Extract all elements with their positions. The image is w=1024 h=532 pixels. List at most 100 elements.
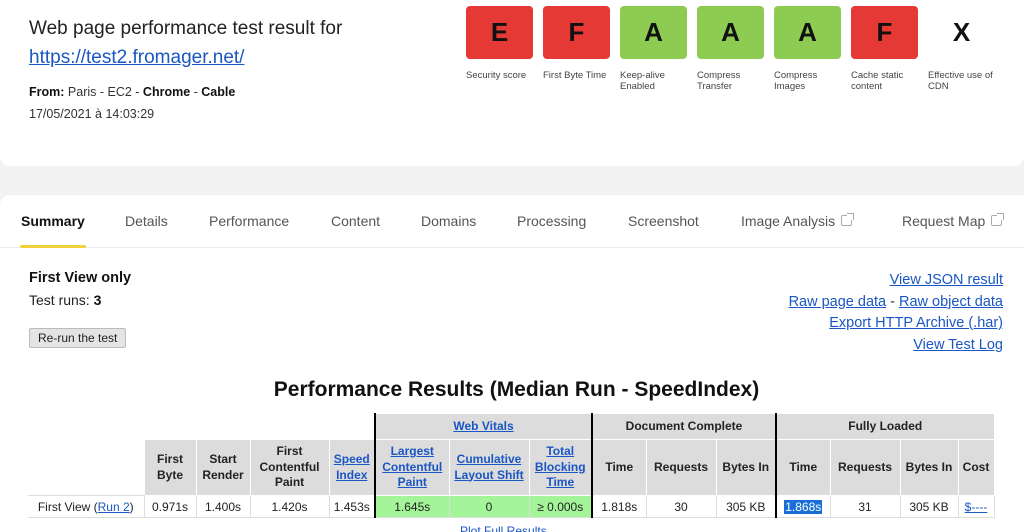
grade-cache-static[interactable]: F Cache static content bbox=[851, 6, 928, 92]
grade-first-byte[interactable]: F First Byte Time bbox=[543, 6, 620, 92]
empty-cell bbox=[144, 414, 196, 440]
grade-label: Effective use of CDN bbox=[928, 70, 993, 92]
test-date: 17/05/2021 à 14:03:29 bbox=[29, 107, 155, 121]
lcp-value: 1.645s bbox=[374, 495, 450, 518]
tab-screenshot[interactable]: Screenshot bbox=[628, 213, 699, 229]
row-label: First View (Run 2) bbox=[28, 495, 145, 518]
grade-box[interactable]: A bbox=[620, 6, 687, 59]
location: Paris - EC2 bbox=[67, 85, 132, 99]
column-header-row: First Byte Start Render First Contentful… bbox=[28, 439, 995, 496]
fully-loaded-header: Fully Loaded bbox=[775, 413, 995, 440]
tab-details[interactable]: Details bbox=[125, 213, 168, 229]
result-tabs: Summary Details Performance Content Doma… bbox=[0, 195, 1024, 248]
tbt-value: ≥ 0.000s bbox=[528, 495, 593, 518]
web-vitals-header: Web Vitals bbox=[374, 413, 593, 440]
dc-time-value: 1.818s bbox=[591, 495, 647, 518]
empty-cell bbox=[28, 439, 144, 496]
tab-performance[interactable]: Performance bbox=[209, 213, 289, 229]
dc-requests-value: 30 bbox=[645, 495, 717, 518]
empty-cell bbox=[28, 414, 144, 440]
col-fl-requests: Requests bbox=[829, 439, 901, 496]
tab-content[interactable]: Content bbox=[331, 213, 380, 229]
tab-label: Image Analysis bbox=[741, 213, 836, 229]
external-link-icon bbox=[841, 213, 855, 226]
document-complete-header: Document Complete bbox=[591, 413, 777, 440]
separator: - bbox=[890, 293, 895, 310]
col-fcp: First Contentful Paint bbox=[249, 439, 330, 496]
tab-image-analysis[interactable]: Image Analysis bbox=[741, 213, 855, 229]
connection: Cable bbox=[201, 85, 236, 99]
raw-object-data-link[interactable]: Raw object data bbox=[899, 294, 1003, 310]
grade-cdn[interactable]: X Effective use of CDN bbox=[928, 6, 1005, 92]
fl-bytes-value: 305 KB bbox=[899, 495, 959, 518]
run-link[interactable]: Run 2 bbox=[98, 500, 130, 514]
col-speed-index: Speed Index bbox=[328, 439, 376, 496]
tab-domains[interactable]: Domains bbox=[421, 213, 476, 229]
tbt-link[interactable]: Total Blocking Time bbox=[535, 444, 586, 489]
first-byte-value: 0.971s bbox=[143, 495, 197, 518]
dc-bytes-value: 305 KB bbox=[715, 495, 777, 518]
col-fl-bytes: Bytes In bbox=[899, 439, 959, 496]
col-fl-time: Time bbox=[775, 439, 831, 496]
test-header: Web page performance test result for htt… bbox=[0, 0, 1024, 166]
fl-time-value: 1.868s bbox=[784, 499, 823, 514]
tab-summary[interactable]: Summary bbox=[21, 213, 85, 229]
empty-cell bbox=[196, 414, 250, 440]
grade-label: Compress Transfer bbox=[697, 70, 741, 92]
lcp-link[interactable]: Largest Contentful Paint bbox=[382, 444, 442, 489]
rerun-test-button[interactable]: Re-run the test bbox=[29, 328, 127, 348]
raw-page-data-link[interactable]: Raw page data bbox=[789, 294, 887, 310]
plot-full-results-link[interactable]: Plot Full Results bbox=[460, 524, 547, 532]
grade-security[interactable]: E Security score bbox=[466, 6, 543, 92]
runs-label: Test runs: bbox=[29, 292, 90, 308]
from-label: From: bbox=[29, 85, 65, 99]
grade-keep-alive[interactable]: A Keep-alive Enabled bbox=[620, 6, 697, 92]
grade-box[interactable]: A bbox=[697, 6, 764, 59]
cls-link[interactable]: Cumulative Layout Shift bbox=[454, 452, 523, 482]
web-vitals-link[interactable]: Web Vitals bbox=[453, 419, 513, 433]
performance-results-table: Web Vitals Document Complete Fully Loade… bbox=[28, 413, 995, 518]
tab-request-map[interactable]: Request Map bbox=[902, 213, 1005, 229]
view-test-log-link[interactable]: View Test Log bbox=[913, 337, 1003, 353]
results-panel: Summary Details Performance Content Doma… bbox=[0, 195, 1024, 532]
grade-box[interactable]: X bbox=[928, 6, 995, 59]
view-json-link[interactable]: View JSON result bbox=[890, 272, 1003, 288]
grade-compress-images[interactable]: A Compress Images bbox=[774, 6, 851, 92]
empty-cell bbox=[250, 414, 329, 440]
grade-list: E Security score F First Byte Time A Kee… bbox=[466, 6, 1005, 92]
fl-time-cell: 1.868s bbox=[775, 495, 831, 518]
tab-processing[interactable]: Processing bbox=[517, 213, 586, 229]
col-dc-requests: Requests bbox=[645, 439, 717, 496]
fcp-value: 1.420s bbox=[249, 495, 330, 518]
grade-box[interactable]: F bbox=[851, 6, 918, 59]
grade-compress-transfer[interactable]: A Compress Transfer bbox=[697, 6, 774, 92]
grade-label: First Byte Time bbox=[543, 70, 607, 81]
col-first-byte: First Byte bbox=[143, 439, 197, 496]
grade-box[interactable]: E bbox=[466, 6, 533, 59]
grade-label: Keep-alive Enabled bbox=[620, 70, 665, 92]
cls-value: 0 bbox=[448, 495, 530, 518]
speed-index-link[interactable]: Speed Index bbox=[334, 452, 370, 482]
separator: - bbox=[190, 85, 202, 99]
tested-url-link[interactable]: https://test2.fromager.net/ bbox=[29, 47, 244, 69]
grade-label: Cache static content bbox=[851, 70, 904, 92]
cost-cell: $---- bbox=[957, 495, 995, 518]
group-header-row: Web Vitals Document Complete Fully Loade… bbox=[28, 413, 995, 440]
export-har-link[interactable]: Export HTTP Archive (.har) bbox=[829, 315, 1003, 331]
result-links: View JSON result Raw page data - Raw obj… bbox=[789, 270, 1003, 356]
cost-link[interactable]: $---- bbox=[965, 500, 988, 514]
row-label-text: First View ( bbox=[37, 499, 98, 514]
row-label-end: ) bbox=[129, 499, 134, 514]
grade-label: Compress Images bbox=[774, 70, 818, 92]
table-row: First View (Run 2) 0.971s 1.400s 1.420s … bbox=[28, 495, 995, 518]
col-lcp: Largest Contentful Paint bbox=[374, 439, 450, 496]
separator: - bbox=[131, 85, 143, 99]
fl-requests-value: 31 bbox=[829, 495, 901, 518]
col-cls: Cumulative Layout Shift bbox=[448, 439, 530, 496]
grade-box[interactable]: A bbox=[774, 6, 841, 59]
grade-box[interactable]: F bbox=[543, 6, 610, 59]
start-render-value: 1.400s bbox=[195, 495, 251, 518]
col-dc-bytes: Bytes In bbox=[715, 439, 777, 496]
page-title: Web page performance test result for bbox=[29, 18, 343, 39]
speed-index-value: 1.453s bbox=[328, 495, 376, 518]
